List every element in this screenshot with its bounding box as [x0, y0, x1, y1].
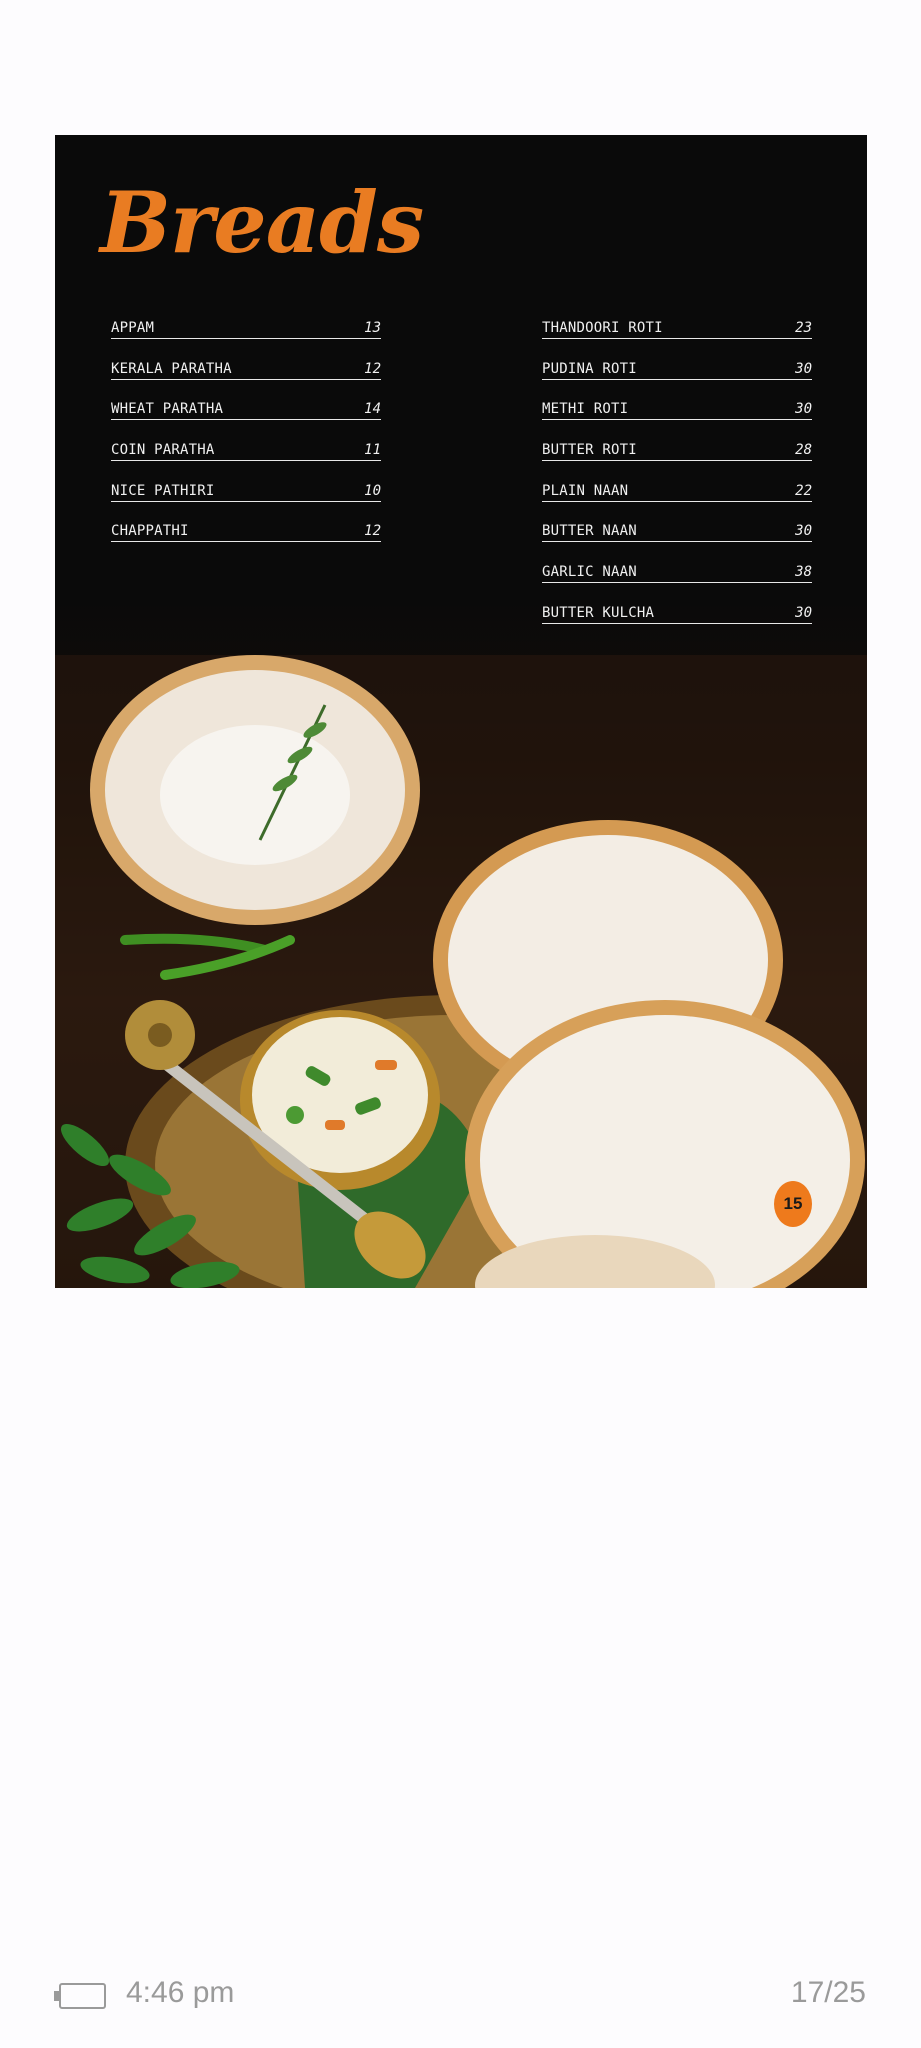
divider [111, 500, 381, 502]
divider [542, 622, 812, 624]
divider [542, 419, 812, 421]
menu-item: COIN PARATHA 11 [111, 432, 381, 473]
divider [542, 460, 812, 462]
item-price: 13 [364, 320, 381, 336]
menu-item: KERALA PARATHA 12 [111, 351, 381, 392]
item-name: KERALA PARATHA [111, 360, 232, 377]
item-name: APPAM [111, 320, 155, 336]
menu-item: GARLIC NAAN 38 [542, 554, 812, 595]
menu-item: BUTTER ROTI 28 [542, 432, 812, 473]
divider [542, 541, 812, 543]
item-price: 12 [364, 360, 381, 377]
divider [542, 500, 812, 502]
divider [111, 378, 381, 380]
item-name: METHI ROTI [542, 401, 629, 418]
menu-page-image: Breads APPAM 13 KERALA PARATHA 12 WHEAT PA… [55, 135, 867, 1288]
divider [111, 460, 381, 462]
item-name: PUDINA ROTI [542, 360, 637, 377]
item-price: 22 [795, 482, 812, 499]
item-name: BUTTER ROTI [542, 442, 637, 459]
item-price: 30 [795, 360, 812, 377]
clock-time: 4:46 pm [126, 1976, 235, 2009]
item-name: WHEAT PARATHA [111, 401, 224, 418]
item-price: 28 [795, 442, 812, 459]
item-price: 14 [364, 401, 381, 418]
menu-item: METHI ROTI 30 [542, 391, 812, 432]
bottom-status-bar: 4:46 pm 17/25 [0, 1960, 921, 2030]
divider [542, 378, 812, 380]
item-price: 30 [795, 401, 812, 418]
item-price: 10 [364, 482, 381, 499]
item-name: NICE PATHIRI [111, 482, 215, 499]
item-name: CHAPPATHI [111, 523, 189, 540]
item-name: GARLIC NAAN [542, 564, 637, 581]
battery-icon [54, 1983, 106, 2009]
menu-item: CHAPPATHI 12 [111, 513, 381, 554]
item-name: COIN PARATHA [111, 442, 215, 459]
divider [111, 541, 381, 543]
divider [111, 338, 381, 339]
page-indicator: 17/25 [790, 1976, 866, 2009]
divider [542, 582, 812, 584]
menu-item: THANDOORI ROTI 23 [542, 310, 812, 351]
item-name: BUTTER NAAN [542, 523, 637, 540]
item-name: THANDOORI ROTI [542, 320, 663, 336]
menu-item: APPAM 13 [111, 310, 381, 351]
item-name: PLAIN NAAN [542, 482, 629, 499]
item-price: 11 [364, 442, 381, 459]
divider [542, 338, 812, 339]
menu-item: PLAIN NAAN 22 [542, 473, 812, 514]
menu-item: BUTTER KULCHA 30 [542, 595, 812, 636]
menu-item: NICE PATHIRI 10 [111, 473, 381, 514]
menu-column-left: APPAM 13 KERALA PARATHA 12 WHEAT PARATHA 14… [111, 310, 381, 554]
item-price: 30 [795, 604, 812, 621]
food-photo [55, 655, 867, 1288]
item-price: 30 [795, 523, 812, 540]
menu-title: Breads [100, 173, 424, 272]
item-name: BUTTER KULCHA [542, 604, 655, 621]
item-price: 23 [795, 320, 812, 336]
item-price: 12 [364, 523, 381, 540]
page-number-badge: 15 [774, 1181, 812, 1227]
menu-item: PUDINA ROTI 30 [542, 351, 812, 392]
divider [111, 419, 381, 421]
item-price: 38 [795, 564, 812, 581]
menu-item: BUTTER NAAN 30 [542, 513, 812, 554]
menu-item: WHEAT PARATHA 14 [111, 391, 381, 432]
menu-column-right: THANDOORI ROTI 23 PUDINA ROTI 30 METHI ROT… [542, 310, 812, 636]
